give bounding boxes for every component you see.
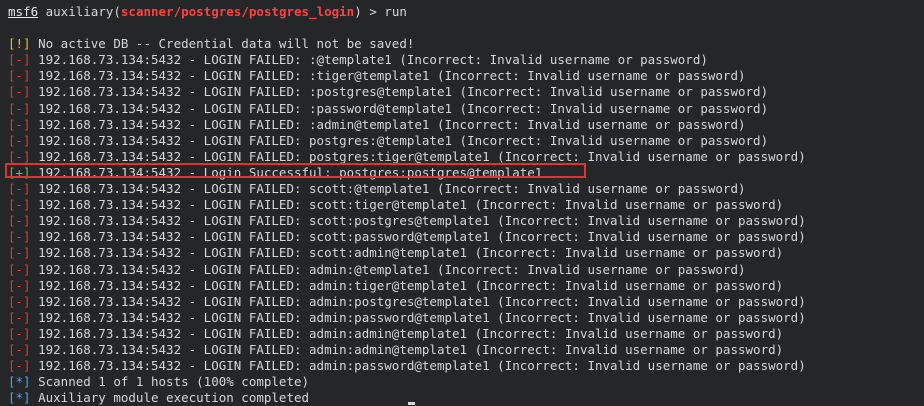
log-line-failed: [-] 192.168.73.134:5432 - LOGIN FAILED: … [8,278,918,294]
log-message: 192.168.73.134:5432 - LOGIN FAILED: :pos… [30,84,769,100]
prompt-command-suffix: ) > run [354,4,407,19]
log-message: 192.168.73.134:5432 - LOGIN FAILED: admi… [30,277,784,293]
log-message: No active DB -- Credential data will not… [30,36,415,52]
fail-tag: [-] [8,116,31,132]
log-line-failed: [-] 192.168.73.134:5432 - LOGIN FAILED: … [8,358,918,374]
log-line-info: [*] Auxiliary module execution completed [8,390,918,406]
log-line-failed: [-] 192.168.73.134:5432 - LOGIN FAILED: … [8,262,918,278]
log-message: Auxiliary module execution completed [30,390,310,406]
warning-tag: [!] [8,36,31,52]
fail-tag: [-] [8,229,31,245]
log-line-failed: [-] 192.168.73.134:5432 - LOGIN FAILED: … [8,213,918,229]
log-message: 192.168.73.134:5432 - LOGIN FAILED: post… [30,132,769,148]
fail-tag: [-] [8,84,31,100]
log-message: 192.168.73.134:5432 - LOGIN FAILED: :@te… [30,52,708,68]
log-message: 192.168.73.134:5432 - LOGIN FAILED: post… [30,148,806,164]
module-path: scanner/postgres/postgres_login [120,4,355,19]
log-line-failed: [-] 192.168.73.134:5432 - LOGIN FAILED: … [8,181,918,197]
log-line-warning: [!] No active DB -- Credential data will… [8,36,918,52]
terminal-output[interactable]: msf6 auxiliary(scanner/postgres/postgres… [8,4,918,406]
log-line-failed: [-] 192.168.73.134:5432 - LOGIN FAILED: … [8,294,918,310]
log-message: 192.168.73.134:5432 - LOGIN FAILED: admi… [30,341,784,357]
fail-tag: [-] [8,309,31,325]
fail-tag: [-] [8,341,31,357]
log-line-failed: [-] 192.168.73.134:5432 - LOGIN FAILED: … [8,68,918,84]
fail-tag: [-] [8,245,31,261]
success-tag: [+] [8,164,31,180]
fail-tag: [-] [8,358,31,374]
command-prompt-line: msf6 auxiliary(scanner/postgres/postgres… [8,4,918,20]
log-line-failed: [-] 192.168.73.134:5432 - LOGIN FAILED: … [8,101,918,117]
log-line-info: [*] Scanned 1 of 1 hosts (100% complete) [8,374,918,390]
fail-tag: [-] [8,52,31,68]
log-line-failed: [-] 192.168.73.134:5432 - LOGIN FAILED: … [8,84,918,100]
info-tag: [*] [8,390,31,406]
fail-tag: [-] [8,132,31,148]
log-line-failed: [-] 192.168.73.134:5432 - LOGIN FAILED: … [8,310,918,326]
log-message: 192.168.73.134:5432 - LOGIN FAILED: admi… [30,261,746,277]
log-message: 192.168.73.134:5432 - LOGIN FAILED: admi… [30,309,806,325]
log-message: 192.168.73.134:5432 - Login Successful: … [30,164,543,180]
log-message: Scanned 1 of 1 hosts (100% complete) [30,374,310,390]
log-message: 192.168.73.134:5432 - LOGIN FAILED: :tig… [30,68,746,84]
fail-tag: [-] [8,261,31,277]
log-line-failed: [-] 192.168.73.134:5432 - LOGIN FAILED: … [8,342,918,358]
fail-tag: [-] [8,68,31,84]
log-line-failed: [-] 192.168.73.134:5432 - LOGIN FAILED: … [8,245,918,261]
log-line-failed: [-] 192.168.73.134:5432 - LOGIN FAILED: … [8,326,918,342]
log-message: 192.168.73.134:5432 - LOGIN FAILED: :adm… [30,116,746,132]
log-line-failed: [-] 192.168.73.134:5432 - LOGIN FAILED: … [8,133,918,149]
fail-tag: [-] [8,293,31,309]
log-line-failed: [-] 192.168.73.134:5432 - LOGIN FAILED: … [8,117,918,133]
prompt-user: msf6 [8,4,39,19]
fail-tag: [-] [8,197,31,213]
fail-tag: [-] [8,277,31,293]
log-message: 192.168.73.134:5432 - LOGIN FAILED: scot… [30,229,806,245]
log-line-failed: [-] 192.168.73.134:5432 - LOGIN FAILED: … [8,149,918,165]
fail-tag: [-] [8,100,31,116]
log-message: 192.168.73.134:5432 - LOGIN FAILED: admi… [30,325,784,341]
log-message: 192.168.73.134:5432 - LOGIN FAILED: :pas… [30,100,769,116]
log-line-failed: [-] 192.168.73.134:5432 - LOGIN FAILED: … [8,52,918,68]
log-line-failed: [-] 192.168.73.134:5432 - LOGIN FAILED: … [8,229,918,245]
log-message: 192.168.73.134:5432 - LOGIN FAILED: scot… [30,181,746,197]
log-line-success: [+] 192.168.73.134:5432 - Login Successf… [8,165,918,181]
fail-tag: [-] [8,181,31,197]
prompt-command-prefix: auxiliary( [38,4,121,19]
log-message: 192.168.73.134:5432 - LOGIN FAILED: scot… [30,213,806,229]
log-message: 192.168.73.134:5432 - LOGIN FAILED: admi… [30,293,806,309]
info-tag: [*] [8,374,31,390]
log-line-failed: [-] 192.168.73.134:5432 - LOGIN FAILED: … [8,197,918,213]
log-message: 192.168.73.134:5432 - LOGIN FAILED: admi… [30,358,806,374]
log-message: 192.168.73.134:5432 - LOGIN FAILED: scot… [30,245,784,261]
log-message: 192.168.73.134:5432 - LOGIN FAILED: scot… [30,197,784,213]
fail-tag: [-] [8,213,31,229]
fail-tag: [-] [8,148,31,164]
fail-tag: [-] [8,325,31,341]
